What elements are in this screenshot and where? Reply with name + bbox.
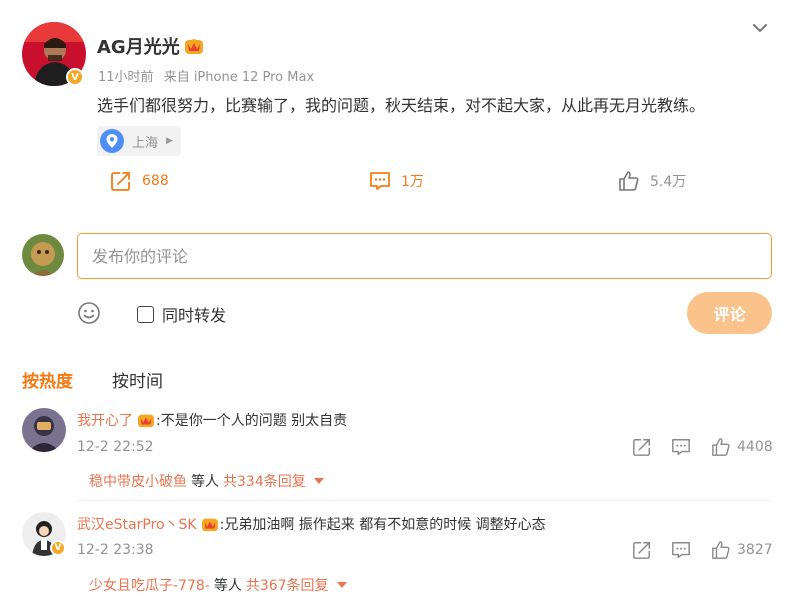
like-icon xyxy=(712,438,730,456)
divider xyxy=(76,500,772,501)
repost-icon xyxy=(111,172,130,191)
like-icon xyxy=(712,541,730,559)
emoji-icon[interactable] xyxy=(77,301,101,325)
reply-mid-text: 等人 xyxy=(213,578,242,594)
chevron-down-icon[interactable] xyxy=(750,20,770,36)
like-icon xyxy=(619,171,639,191)
post-source: 来自 iPhone 12 Pro Max xyxy=(163,70,315,85)
comment-icon xyxy=(370,172,390,190)
comment-body: 我开心了 :不是你一个人的问题 别太自责 xyxy=(77,410,347,430)
reply-summary[interactable]: 少女且吃瓜子-778- 等人 共367条回复 xyxy=(89,575,347,595)
post-author-name[interactable]: AG月光光 xyxy=(97,33,180,59)
verified-badge-icon: V xyxy=(50,540,66,556)
comment-avatar[interactable] xyxy=(22,408,66,452)
repost-label: 同时转发 xyxy=(162,306,227,325)
repost-toggle[interactable]: 同时转发 xyxy=(137,302,226,326)
repost-count: 688 xyxy=(142,173,169,189)
share-icon[interactable] xyxy=(632,540,652,560)
like-count: 5.4万 xyxy=(650,174,687,190)
comment-time: 12-2 22:52 xyxy=(77,439,154,455)
repost-button[interactable]: 688 xyxy=(110,170,169,192)
location-tag[interactable]: 上海 ▶ xyxy=(97,126,181,156)
comment-like-count: 4408 xyxy=(737,439,773,455)
location-label: 上海 xyxy=(132,135,159,151)
tab-sort-hot[interactable]: 按热度 xyxy=(22,367,73,392)
reply-summary[interactable]: 稳中带皮小破鱼 等人 共334条回复 xyxy=(89,471,324,491)
my-avatar xyxy=(22,234,64,276)
vip-crown-icon xyxy=(184,39,203,54)
chevron-right-icon: ▶ xyxy=(166,136,173,146)
comment-count: 1万 xyxy=(401,174,424,190)
reply-mid-text: 等人 xyxy=(191,474,219,490)
comment-like-count: 3827 xyxy=(737,542,773,558)
comment-username[interactable]: 武汉eStarPro丶SK xyxy=(77,514,197,534)
vip-crown-icon xyxy=(138,414,154,428)
caret-down-icon xyxy=(336,582,347,588)
vip-crown-icon xyxy=(201,518,218,532)
comment-like-button[interactable]: 3827 xyxy=(711,540,773,560)
like-button[interactable]: 5.4万 xyxy=(618,170,686,192)
post-text: 选手们都很努力，比赛输了，我的问题，秋天结束，对不起大家，从此再无月光教练。 xyxy=(97,96,706,115)
comment-like-button[interactable]: 4408 xyxy=(711,437,773,457)
reply-count[interactable]: 共367条回复 xyxy=(246,575,329,595)
submit-comment-button[interactable]: 评论 xyxy=(687,292,772,334)
post-meta: 11小时前 来自 iPhone 12 Pro Max xyxy=(98,66,314,85)
comment-body: 武汉eStarPro丶SK :兄弟加油啊 振作起来 都有不如意的时候 调整好心态 xyxy=(77,514,546,534)
reply-username[interactable]: 稳中带皮小破鱼 xyxy=(89,471,187,491)
comment-icon[interactable] xyxy=(671,437,691,457)
tab-sort-time[interactable]: 按时间 xyxy=(112,367,163,392)
location-icon xyxy=(100,129,124,153)
post-time[interactable]: 11小时前 xyxy=(98,70,154,85)
reply-count[interactable]: 共334条回复 xyxy=(223,471,306,491)
share-icon[interactable] xyxy=(632,437,652,457)
comment-icon[interactable] xyxy=(671,540,691,560)
comment-button[interactable]: 1万 xyxy=(369,170,424,192)
comment-time: 12-2 23:38 xyxy=(77,542,154,558)
comment-text: :不是你一个人的问题 别太自责 xyxy=(156,413,348,429)
post-author[interactable]: AG月光光 xyxy=(97,33,204,59)
comment-username[interactable]: 我开心了 xyxy=(77,410,133,430)
caret-down-icon xyxy=(313,478,324,484)
verified-badge-icon: V xyxy=(66,68,84,86)
comment-input[interactable] xyxy=(77,233,772,279)
reply-username[interactable]: 少女且吃瓜子-778- xyxy=(89,575,210,595)
repost-checkbox[interactable] xyxy=(137,305,154,323)
comment-text: :兄弟加油啊 振作起来 都有不如意的时候 调整好心态 xyxy=(219,517,546,533)
